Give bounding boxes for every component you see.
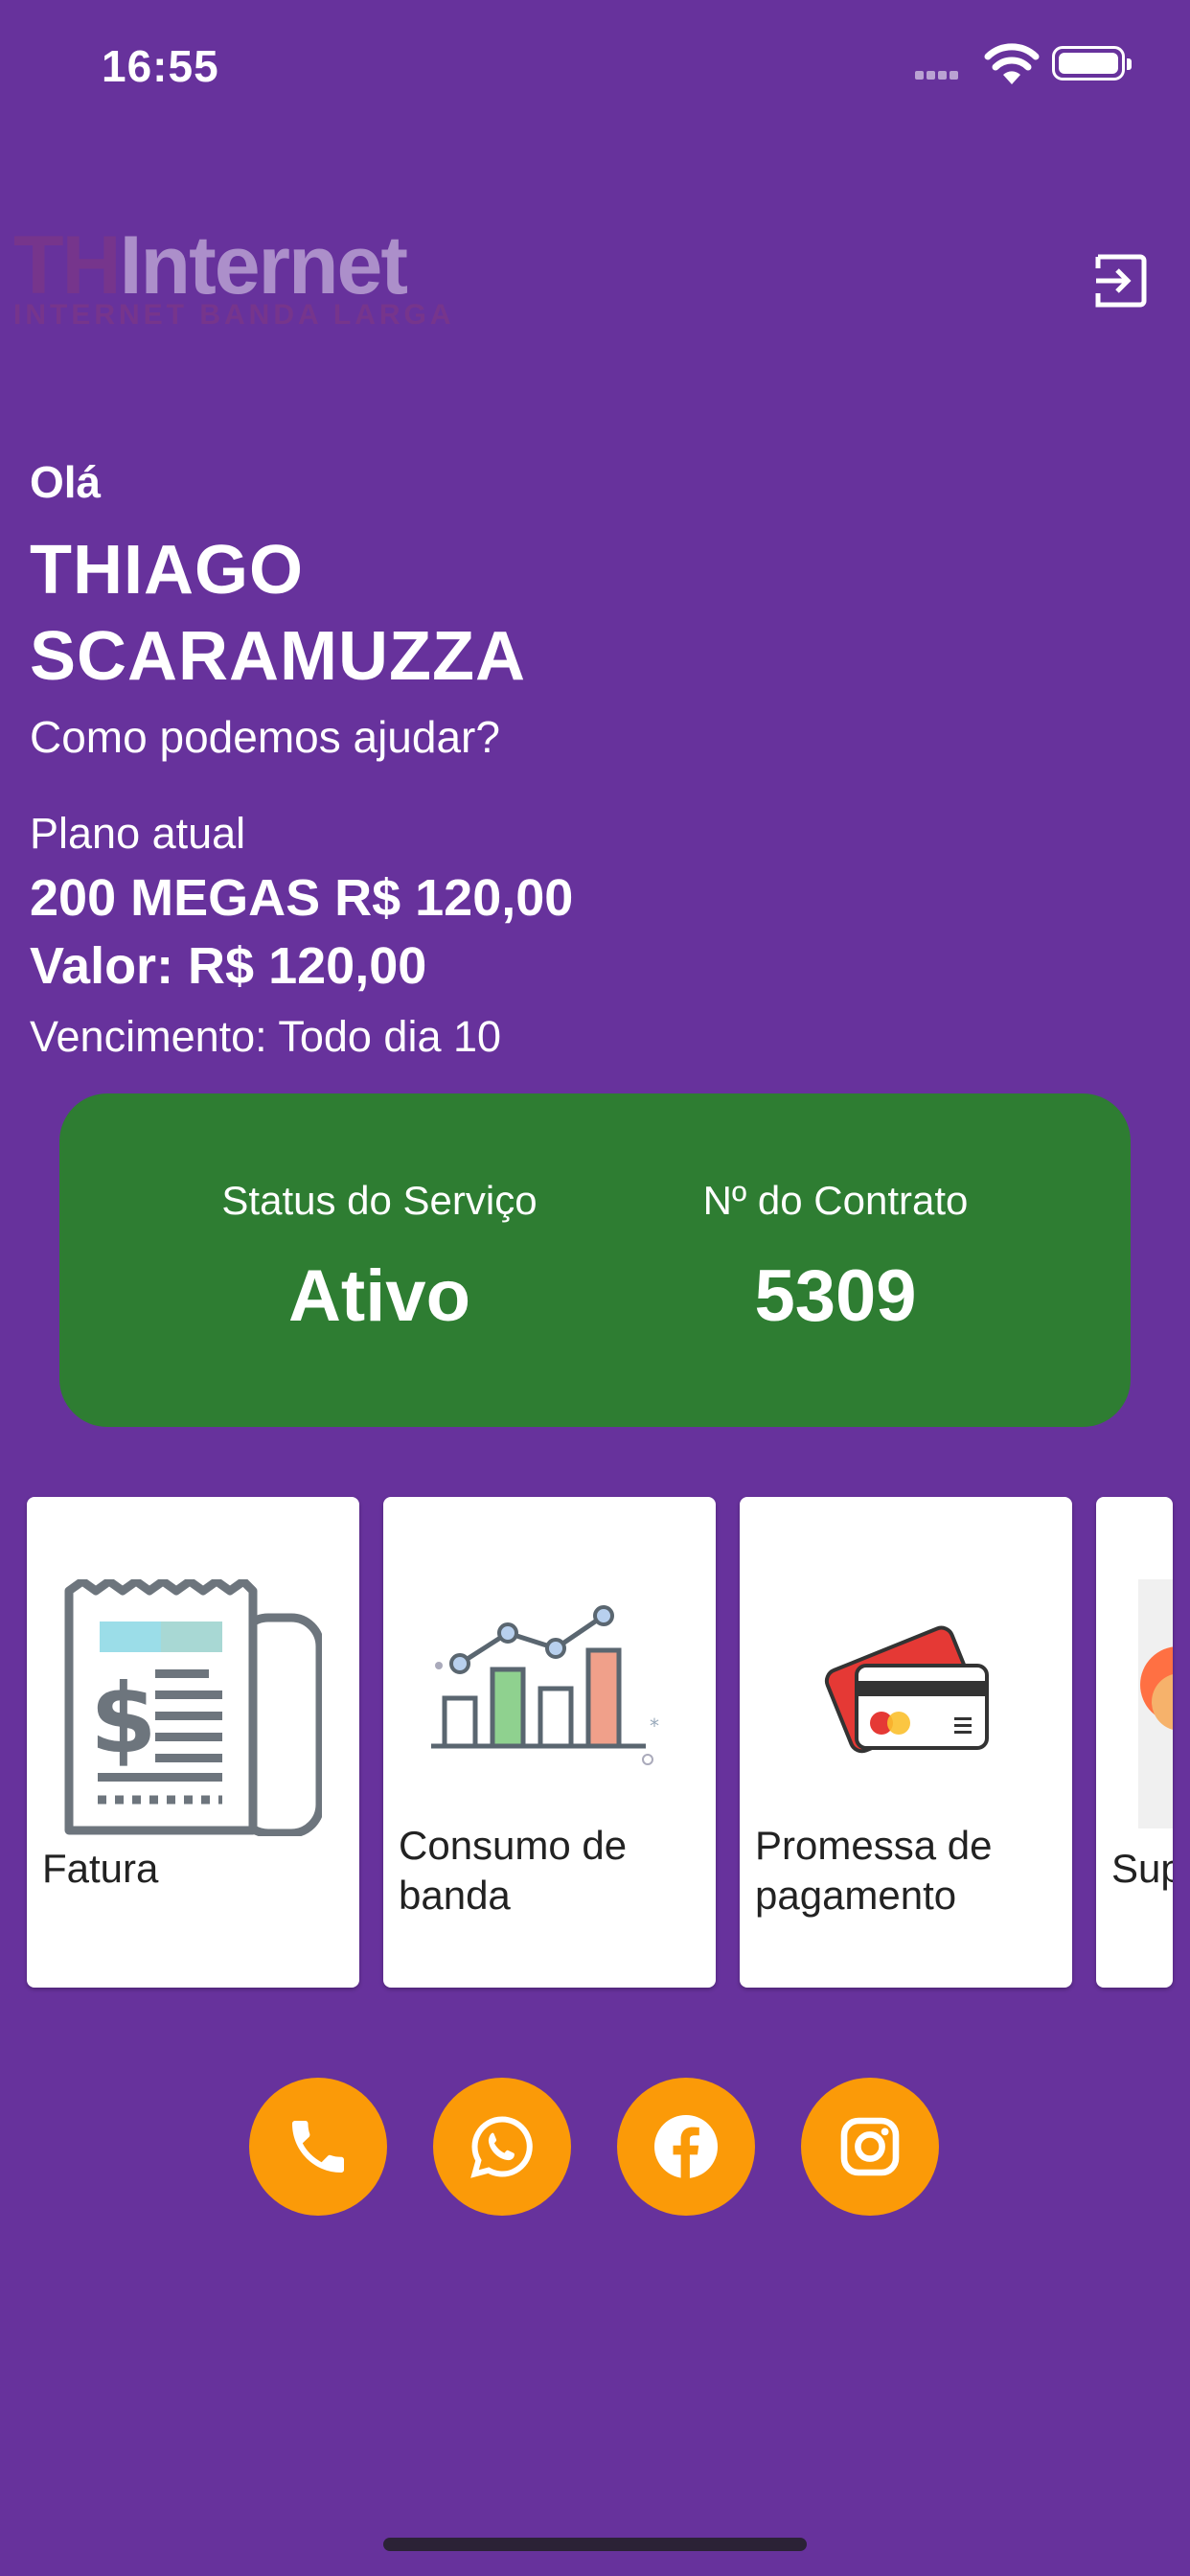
home-indicator[interactable] <box>383 2538 807 2551</box>
svg-text:*: * <box>650 1714 659 1737</box>
service-status-label: Status do Serviço <box>221 1178 538 1223</box>
plan-value: Valor: R$ 120,00 <box>30 937 427 995</box>
menu-card-label: Consumo de banda <box>399 1823 628 1918</box>
support-agent-icon <box>1138 1579 1173 1828</box>
greeting-hello: Olá <box>30 457 102 507</box>
facebook-button[interactable] <box>617 2078 755 2216</box>
svg-text:$: $ <box>90 1663 157 1775</box>
menu-card-label: Promessa de pagamento <box>755 1823 993 1918</box>
user-name: THIAGO SCARAMUZZA <box>30 532 526 695</box>
greeting-question: Como podemos ajudar? <box>30 712 500 762</box>
contract-number-value: 5309 <box>754 1255 917 1337</box>
instagram-button[interactable] <box>801 2078 939 2216</box>
whatsapp-icon <box>470 2116 533 2178</box>
wifi-icon <box>984 43 1040 84</box>
cellular-signal-icon <box>915 67 961 84</box>
menu-card-fatura[interactable]: $ Fatura <box>27 1497 359 1988</box>
plan-name: 200 MEGAS R$ 120,00 <box>30 869 574 927</box>
logout-icon[interactable] <box>1092 253 1148 309</box>
whatsapp-button[interactable] <box>433 2078 571 2216</box>
menu-card-promessa[interactable]: Promessa de pagamento <box>740 1497 1072 1988</box>
logo-brand-name: Internet <box>119 219 408 311</box>
logo-brand-prefix: TH <box>13 219 122 311</box>
menu-card-consumo[interactable]: * Consumo de banda <box>383 1497 716 1988</box>
menu-card-label: Sup <box>1111 1846 1173 1891</box>
facebook-icon <box>654 2115 718 2178</box>
instagram-icon <box>840 2117 900 2176</box>
phone-button[interactable] <box>249 2078 387 2216</box>
battery-icon <box>1052 46 1132 80</box>
plan-due-date: Vencimento: Todo dia 10 <box>30 1012 502 1061</box>
bandwidth-chart-icon: * <box>431 1605 659 1765</box>
service-status-value: Ativo <box>288 1255 470 1337</box>
invoice-icon: $ <box>64 1579 322 1836</box>
menu-card-label: Fatura <box>42 1846 159 1891</box>
credit-card-icon <box>824 1625 989 1754</box>
contract-number-label: Nº do Contrato <box>702 1178 969 1223</box>
brand-logo: THInternet INTERNET BANDA LARGA <box>13 224 512 339</box>
plan-label: Plano atual <box>30 809 246 858</box>
logo-tagline: INTERNET BANDA LARGA <box>13 299 455 331</box>
status-bar-time: 16:55 <box>102 41 219 91</box>
menu-card-suporte[interactable]: Sup <box>1096 1497 1173 1988</box>
phone-icon <box>292 2121 344 2173</box>
service-status-card: Status do Serviço Ativo Nº do Contrato 5… <box>59 1093 1131 1427</box>
